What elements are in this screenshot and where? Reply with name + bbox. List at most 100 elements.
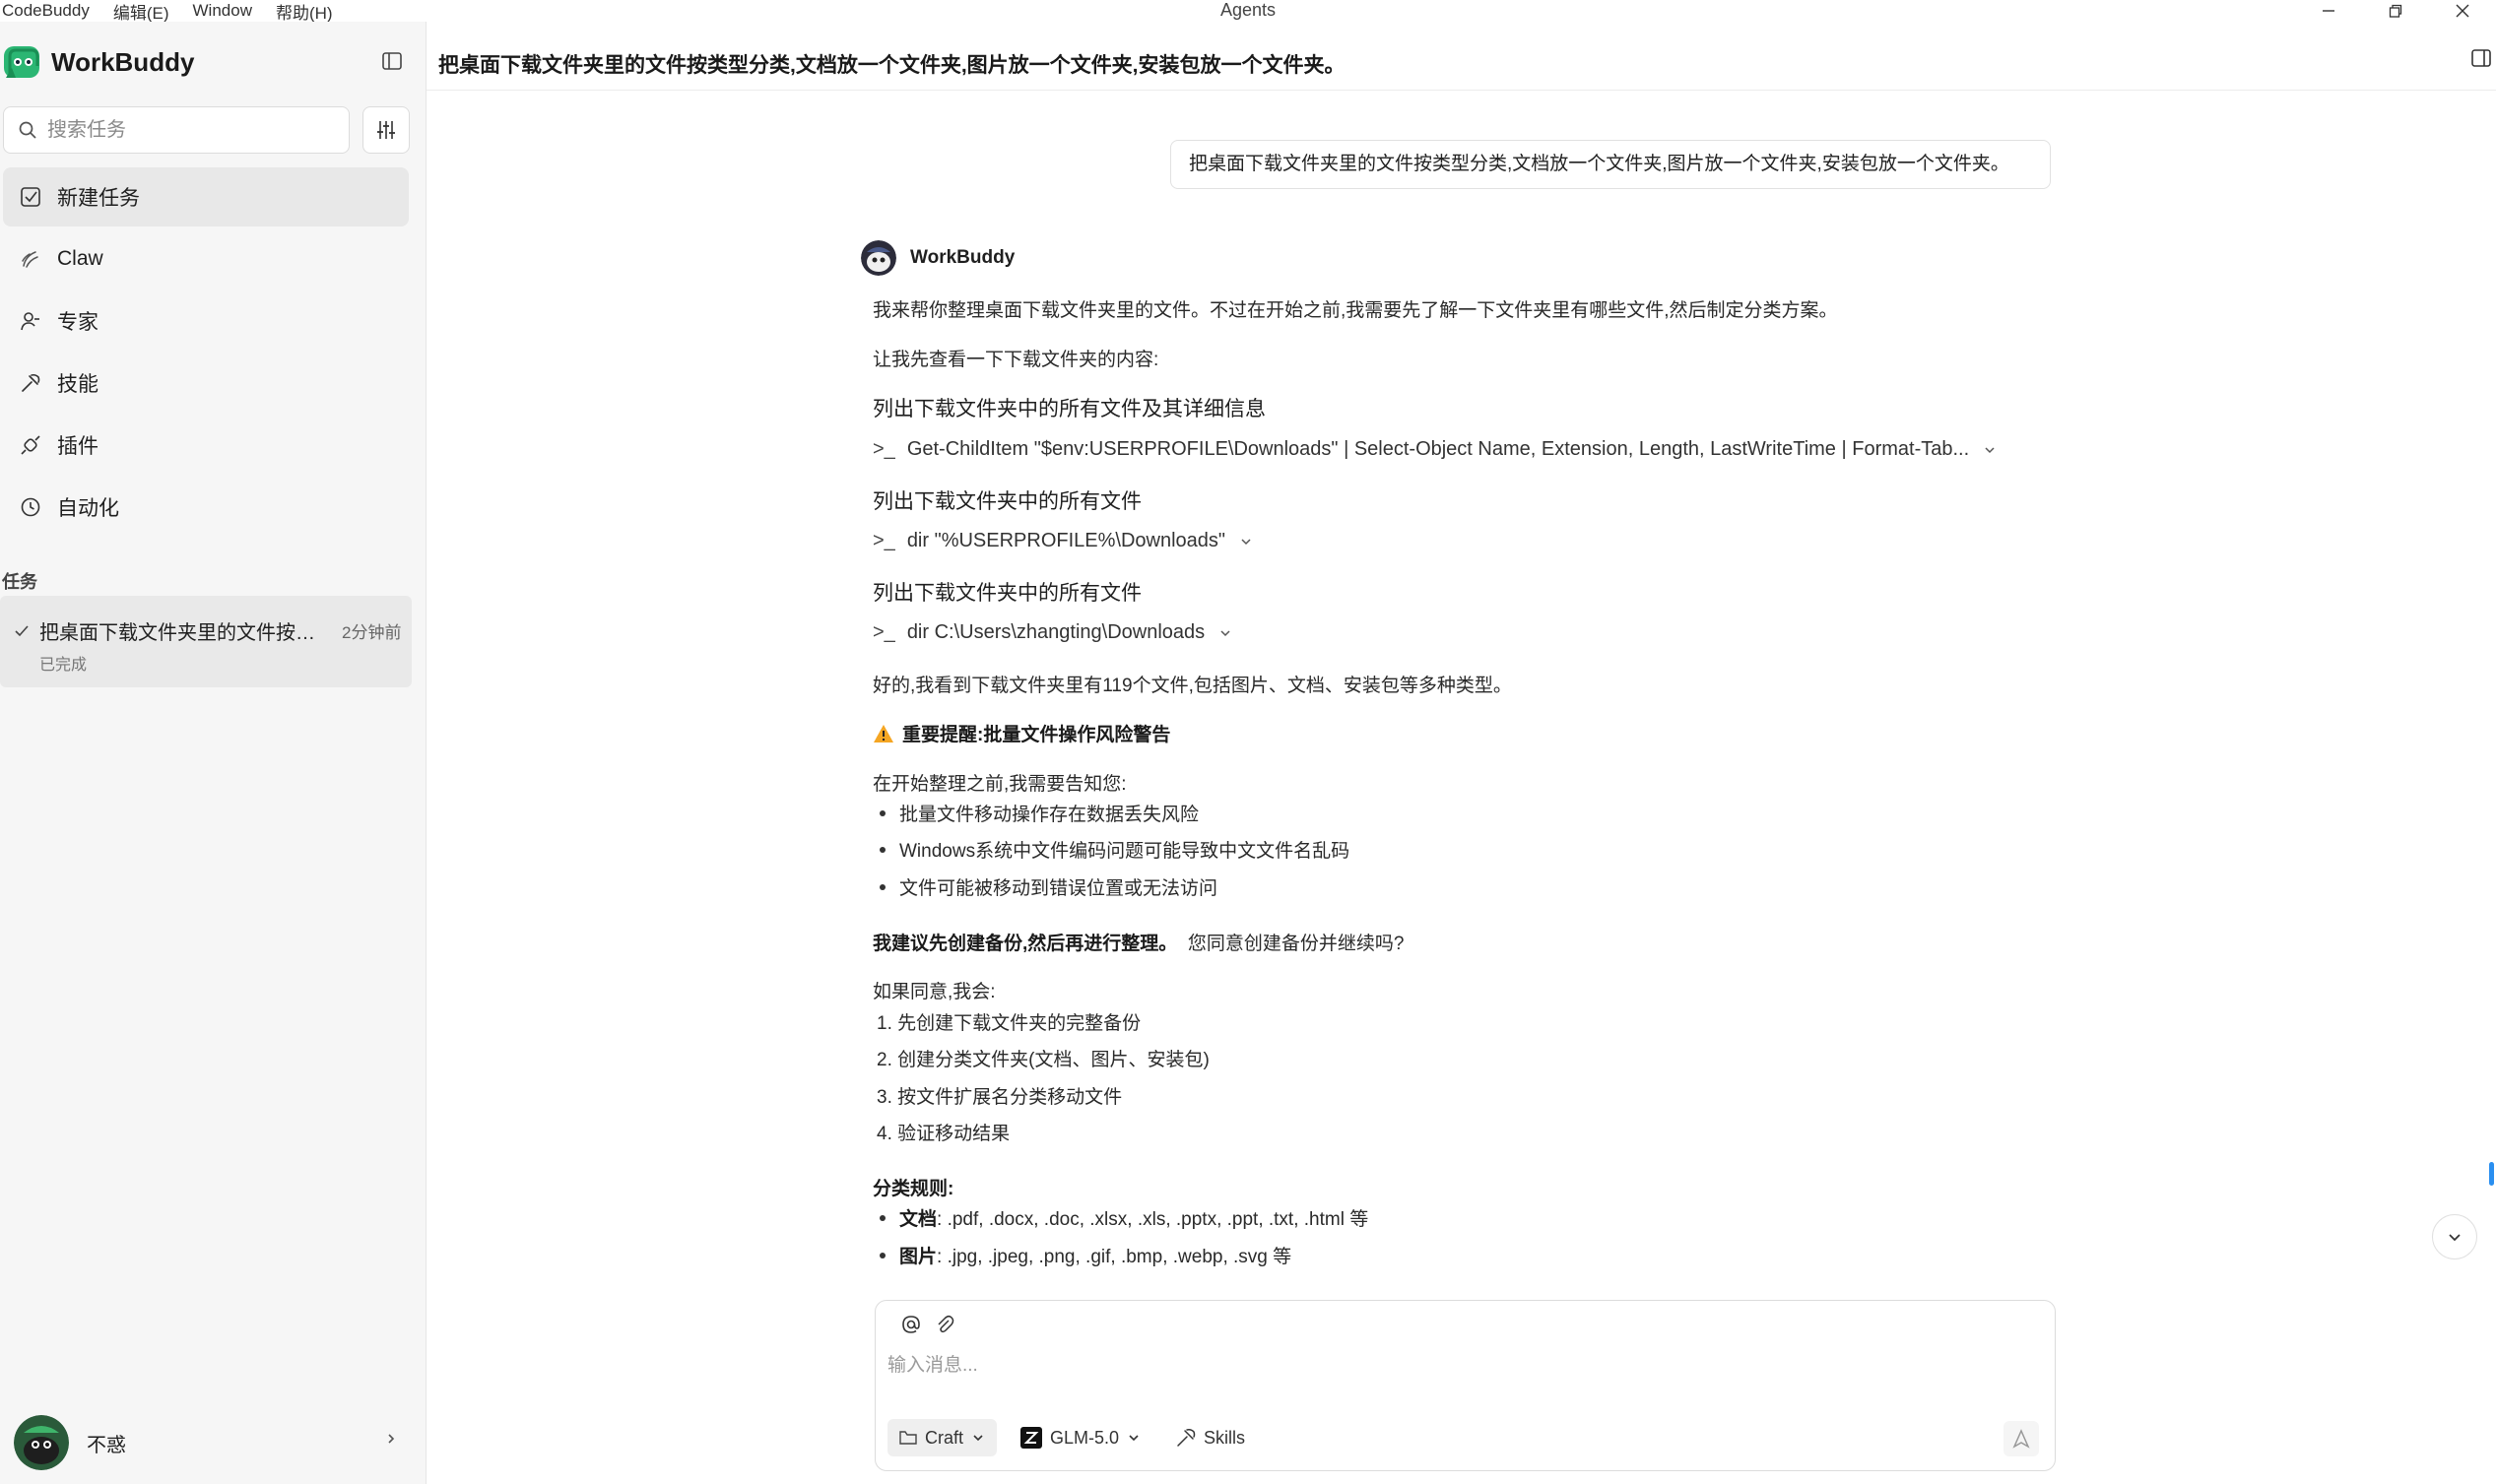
sidebar-item-plugins[interactable]: 插件 <box>3 416 409 475</box>
sidebar-item-label: 插件 <box>57 435 99 458</box>
filter-button[interactable] <box>362 106 410 154</box>
send-button[interactable] <box>2003 1421 2039 1456</box>
command-text: dir "%USERPROFILE%\Downloads" <box>906 530 1226 551</box>
user-name: 不惑 <box>87 1434 126 1456</box>
sidebar-nav: 新建任务 Claw 专家 技能 插件 自动化 <box>3 167 409 540</box>
minimize-icon <box>2323 10 2334 12</box>
command-block[interactable]: >_ dir C:\Users\zhangting\Downloads <box>873 621 1232 644</box>
step-title: 列出下载文件夹中的所有文件及其详细信息 <box>873 398 1266 420</box>
command-text: Get-ChildItem "$env:USERPROFILE\Download… <box>906 438 1970 460</box>
check-icon <box>15 625 29 637</box>
sidebar-item-label: Claw <box>57 247 103 270</box>
sidebar: WorkBuddy 新建任务 <box>0 22 427 1484</box>
message-input[interactable] <box>887 1350 2020 1389</box>
model-label: GLM-5.0 <box>1050 1427 1120 1448</box>
chevron-down-icon[interactable] <box>1983 443 1997 457</box>
chevron-right-icon <box>388 1434 395 1444</box>
mode-label: Craft <box>925 1427 964 1448</box>
step-title: 列出下载文件夹中的所有文件 <box>873 582 1142 605</box>
sidebar-item-label: 专家 <box>57 311 99 334</box>
close-window-button[interactable] <box>2429 0 2496 22</box>
chevron-down-icon <box>973 1435 983 1442</box>
folder-icon <box>899 1431 917 1445</box>
menubar: CodeBuddy 编辑(E) Window 帮助(H) Agents <box>0 0 2496 24</box>
terminal-prompt-icon: >_ <box>873 438 895 460</box>
scrollbar-thumb[interactable] <box>2489 1162 2494 1186</box>
composer-toolbar <box>901 1315 968 1334</box>
right-panel-toggle-button[interactable] <box>2470 47 2492 74</box>
agent-intro-text: 我来帮你整理桌面下载文件夹里的文件。不过在开始之前,我需要先了解一下文件夹里有哪… <box>873 300 1838 321</box>
suggestion-text: 我建议先创建备份,然后再进行整理。 您同意创建备份并继续吗? <box>873 934 1405 954</box>
close-icon <box>2456 4 2469 18</box>
command-block[interactable]: >_ Get-ChildItem "$env:USERPROFILE\Downl… <box>873 438 1997 461</box>
menu-help[interactable]: 帮助(H) <box>274 0 345 24</box>
sidebar-item-automation[interactable]: 自动化 <box>3 478 409 537</box>
claw-icon <box>18 246 43 272</box>
clock-icon <box>18 494 43 520</box>
message-composer: Craft GLM-5.0 Skills <box>875 1300 2056 1471</box>
chevron-down-icon[interactable] <box>1218 626 1232 640</box>
command-text: dir C:\Users\zhangting\Downloads <box>906 621 1206 643</box>
warning-heading: 重要提醒:批量文件操作风险警告 <box>873 720 1170 746</box>
minimize-button[interactable] <box>2295 0 2362 22</box>
paperclip-icon <box>938 1315 954 1333</box>
terminal-prompt-icon: >_ <box>873 530 895 551</box>
composer-options: Craft GLM-5.0 Skills <box>887 1419 1269 1456</box>
chevron-down-icon[interactable] <box>1239 535 1253 548</box>
sidebar-item-claw[interactable]: Claw <box>3 229 409 289</box>
task-time: 2分钟前 <box>342 623 402 642</box>
list-item: Windows系统中文件编码问题可能导致中文文件名乱码 <box>880 836 1349 863</box>
window-controls <box>2295 0 2496 22</box>
menu-edit[interactable]: 编辑(E) <box>111 0 181 24</box>
sidebar-item-skills[interactable]: 技能 <box>3 354 409 413</box>
menu-window[interactable]: Window <box>191 1 264 21</box>
if-agree-text: 如果同意,我会: <box>873 982 996 1002</box>
avatar <box>14 1415 69 1470</box>
at-icon <box>902 1316 920 1333</box>
new-task-icon <box>18 184 43 210</box>
chevron-down-icon <box>1129 1435 1139 1442</box>
mention-button[interactable] <box>901 1315 921 1334</box>
list-item: 文件可能被移动到错误位置或无法访问 <box>880 873 1217 900</box>
sidebar-item-new-task[interactable]: 新建任务 <box>3 167 409 226</box>
brand-name: WorkBuddy <box>51 46 195 77</box>
search-input[interactable] <box>47 118 323 142</box>
list-item: 3. 按文件扩展名分类移动文件 <box>877 1087 1123 1108</box>
warning-icon <box>874 724 893 742</box>
warning-title: 重要提醒:批量文件操作风险警告 <box>902 725 1171 745</box>
sidebar-item-expert[interactable]: 专家 <box>3 291 409 351</box>
list-item: 1. 先创建下载文件夹的完整备份 <box>877 1013 1142 1034</box>
menu-codebuddy[interactable]: CodeBuddy <box>0 1 101 21</box>
header: 把桌面下载文件夹里的文件按类型分类,文档放一个文件夹,图片放一个文件夹,安装包放… <box>427 22 2496 91</box>
found-files-text: 好的,我看到下载文件夹里有119个文件,包括图片、文档、安装包等多种类型。 <box>873 676 1512 696</box>
scroll-to-bottom-button[interactable] <box>2432 1214 2477 1259</box>
user-profile-bar[interactable]: 不惑 <box>0 1408 426 1477</box>
terminal-prompt-icon: >_ <box>873 621 895 643</box>
attach-button[interactable] <box>935 1315 954 1334</box>
agent-name: WorkBuddy <box>910 247 1016 268</box>
window-title: Agents <box>1219 0 1277 20</box>
command-block[interactable]: >_ dir "%USERPROFILE%\Downloads" <box>873 530 1253 552</box>
sidebar-item-label: 技能 <box>57 373 99 396</box>
collapse-sidebar-button[interactable] <box>378 47 406 75</box>
brand: WorkBuddy <box>0 39 194 85</box>
agent-intro2-text: 让我先查看一下下载文件夹的内容: <box>873 350 1159 370</box>
list-item: 2. 创建分类文件夹(文档、图片、安装包) <box>877 1050 1210 1070</box>
mode-selector[interactable]: Craft <box>887 1419 998 1456</box>
model-selector[interactable]: GLM-5.0 <box>1009 1419 1152 1456</box>
task-status: 已完成 <box>39 657 88 674</box>
skills-label: Skills <box>1204 1427 1246 1448</box>
scrollbar[interactable] <box>2489 108 2494 1192</box>
workbuddy-logo-icon <box>4 46 39 78</box>
list-item: 图片: .jpg, .jpeg, .png, .gif, .bmp, .webp… <box>880 1242 1291 1268</box>
tasks-section-label: 任务 <box>2 572 37 592</box>
model-logo-icon <box>1020 1427 1043 1449</box>
search-icon <box>19 121 36 139</box>
sidebar-item-label: 自动化 <box>57 497 119 520</box>
task-list-item[interactable]: 把桌面下载文件夹里的文件按类... 2分钟前 已完成 <box>0 596 412 687</box>
restore-button[interactable] <box>2362 0 2429 22</box>
chevron-down-icon <box>2449 1234 2461 1242</box>
plugin-icon <box>18 432 43 458</box>
list-item: 4. 验证移动结果 <box>877 1124 1011 1144</box>
skills-button[interactable]: Skills <box>1164 1419 1257 1456</box>
